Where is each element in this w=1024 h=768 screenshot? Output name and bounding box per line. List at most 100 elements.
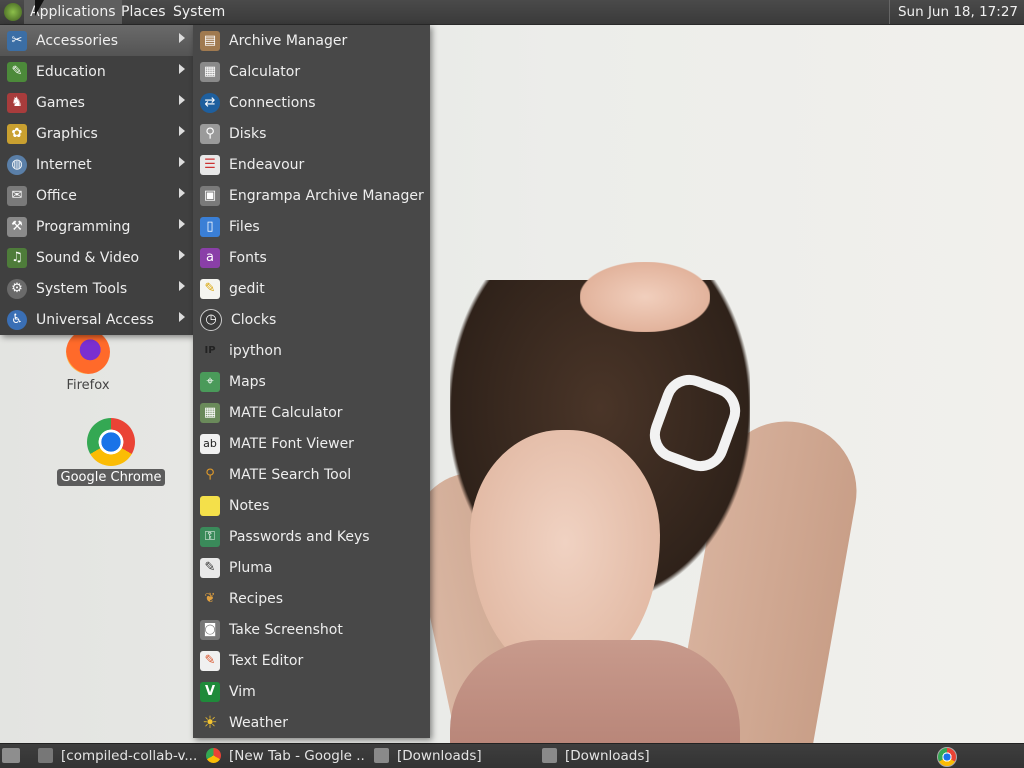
menu-item-ipython[interactable]: IP ipython <box>193 335 430 366</box>
mate-font-viewer-icon: ab <box>200 433 220 454</box>
folder-icon <box>374 748 389 763</box>
menu-item-maps[interactable]: ⌖ Maps <box>193 366 430 397</box>
menu-item-recipes[interactable]: ❦ Recipes <box>193 583 430 614</box>
places-menu[interactable]: Places <box>115 0 172 24</box>
menu-category-programming[interactable]: ⚒ Programming <box>0 211 193 242</box>
menu-category-internet[interactable]: ◍ Internet <box>0 149 193 180</box>
calculator-icon: ▦ <box>200 61 220 82</box>
passwords-keys-icon: ⚿ <box>200 526 220 547</box>
menu-item-label: Weather <box>229 714 288 731</box>
endeavour-icon: ☰ <box>200 154 220 175</box>
menu-item-label: MATE Calculator <box>229 404 343 421</box>
menu-item-label: Programming <box>36 218 131 235</box>
top-panel: Applications Places System Sun Jun 18, 1… <box>0 0 1024 25</box>
mouse-cursor-icon <box>35 0 44 16</box>
menu-item-connections[interactable]: ⇄ Connections <box>193 87 430 118</box>
ipython-icon: IP <box>204 344 216 356</box>
menu-item-label: Connections <box>229 94 316 111</box>
archive-manager-icon: ▤ <box>200 30 220 51</box>
menu-item-label: System Tools <box>36 280 128 297</box>
menu-item-calculator[interactable]: ▦ Calculator <box>193 56 430 87</box>
text-editor-icon: ✎ <box>200 650 220 671</box>
engrampa-icon: ▣ <box>200 185 220 206</box>
desktop-icon-label: Firefox <box>66 378 110 393</box>
menu-item-fonts[interactable]: a Fonts <box>193 242 430 273</box>
taskbar-item-chrome[interactable]: [New Tab - Google ... <box>206 744 366 768</box>
task-label: [Downloads] <box>397 748 482 764</box>
window-icon <box>38 748 53 763</box>
menu-item-label: Sound & Video <box>36 249 140 266</box>
menu-item-label: Vim <box>229 683 256 700</box>
menu-item-archive-manager[interactable]: ▤ Archive Manager <box>193 25 430 56</box>
wallpaper-hands <box>580 262 710 332</box>
menu-item-label: Clocks <box>231 311 277 328</box>
show-desktop-icon[interactable] <box>2 748 20 763</box>
menu-category-games[interactable]: ♞ Games <box>0 87 193 118</box>
menu-item-passwords-keys[interactable]: ⚿ Passwords and Keys <box>193 521 430 552</box>
weather-icon: ☀ <box>202 712 218 733</box>
menu-item-endeavour[interactable]: ☰ Endeavour <box>193 149 430 180</box>
pluma-icon: ✎ <box>200 557 220 578</box>
menu-category-sound-video[interactable]: ♫ Sound & Video <box>0 242 193 273</box>
desktop-icon-firefox[interactable]: Firefox <box>33 330 143 394</box>
office-icon: ✉ <box>7 185 27 206</box>
task-label: [compiled-collab-v... <box>61 748 198 764</box>
menu-item-mate-font-viewer[interactable]: ab MATE Font Viewer <box>193 428 430 459</box>
maps-icon: ⌖ <box>200 371 220 392</box>
submenu-arrow-icon <box>179 250 185 260</box>
recipes-icon: ❦ <box>204 590 216 606</box>
submenu-arrow-icon <box>179 281 185 291</box>
games-icon: ♞ <box>7 92 27 113</box>
menu-item-files[interactable]: ▯ Files <box>193 211 430 242</box>
applications-categories-menu: ✂ Accessories ✎ Education ♞ Games ✿ Grap… <box>0 25 193 335</box>
menu-category-universal-access[interactable]: ♿ Universal Access <box>0 304 193 335</box>
menu-category-office[interactable]: ✉ Office <box>0 180 193 211</box>
taskbar-item-terminal[interactable]: [compiled-collab-v... <box>38 744 198 768</box>
mate-calculator-icon: ▦ <box>200 402 220 423</box>
menu-item-text-editor[interactable]: ✎ Text Editor <box>193 645 430 676</box>
menu-item-label: Passwords and Keys <box>229 528 370 545</box>
menu-item-label: Engrampa Archive Manager <box>229 187 424 204</box>
folder-icon <box>542 748 557 763</box>
menu-item-notes[interactable]: Notes <box>193 490 430 521</box>
menu-item-pluma[interactable]: ✎ Pluma <box>193 552 430 583</box>
menu-item-label: Disks <box>229 125 267 142</box>
clocks-icon: ◷ <box>200 308 222 331</box>
menu-item-engrampa[interactable]: ▣ Engrampa Archive Manager <box>193 180 430 211</box>
system-menu[interactable]: System <box>167 0 231 24</box>
menu-item-weather[interactable]: ☀ Weather <box>193 707 430 738</box>
menu-item-label: Office <box>36 187 77 204</box>
menu-item-label: Archive Manager <box>229 32 348 49</box>
menu-item-label: Internet <box>36 156 92 173</box>
menu-item-gedit[interactable]: ✎ gedit <box>193 273 430 304</box>
desktop-icon-chrome[interactable]: Google Chrome <box>56 418 166 486</box>
chrome-icon <box>87 418 135 466</box>
submenu-arrow-icon <box>179 219 185 229</box>
mate-logo-icon[interactable] <box>4 3 22 21</box>
menu-item-vim[interactable]: V Vim <box>193 676 430 707</box>
menu-category-accessories[interactable]: ✂ Accessories <box>0 25 193 56</box>
menu-item-clocks[interactable]: ◷ Clocks <box>193 304 430 335</box>
taskbar-item-downloads-1[interactable]: [Downloads] <box>374 744 534 768</box>
menu-item-mate-search-tool[interactable]: ⚲ MATE Search Tool <box>193 459 430 490</box>
taskbar-item-downloads-2[interactable]: [Downloads] <box>542 744 702 768</box>
tray-chrome-icon[interactable] <box>937 747 957 767</box>
menu-item-disks[interactable]: ⚲ Disks <box>193 118 430 149</box>
menu-category-graphics[interactable]: ✿ Graphics <box>0 118 193 149</box>
panel-clock[interactable]: Sun Jun 18, 17:27 <box>888 0 1024 24</box>
menu-item-label: Universal Access <box>36 311 154 328</box>
menu-category-system-tools[interactable]: ⚙ System Tools <box>0 273 193 304</box>
menu-item-label: Calculator <box>229 63 301 80</box>
bottom-panel: [compiled-collab-v... [New Tab - Google … <box>0 743 1024 768</box>
task-label: [New Tab - Google ... <box>229 748 366 764</box>
menu-category-education[interactable]: ✎ Education <box>0 56 193 87</box>
menu-item-mate-calculator[interactable]: ▦ MATE Calculator <box>193 397 430 428</box>
menu-item-label: Take Screenshot <box>229 621 343 638</box>
accessories-icon: ✂ <box>7 30 27 51</box>
chrome-icon <box>206 748 221 763</box>
gedit-icon: ✎ <box>200 278 220 299</box>
programming-icon: ⚒ <box>7 216 27 237</box>
menu-item-label: Graphics <box>36 125 98 142</box>
menu-item-take-screenshot[interactable]: ◙ Take Screenshot <box>193 614 430 645</box>
submenu-arrow-icon <box>179 312 185 322</box>
